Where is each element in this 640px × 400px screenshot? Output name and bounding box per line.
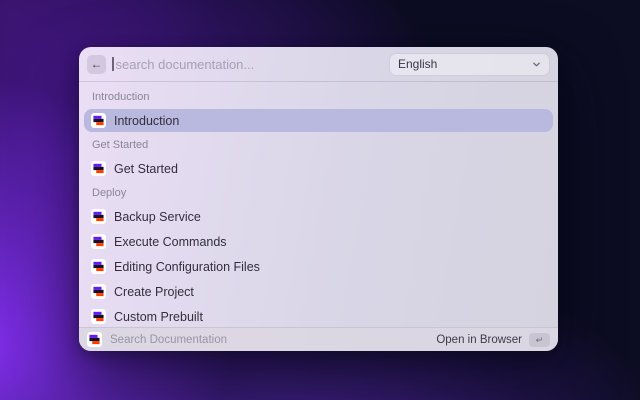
zeabur-logo-icon — [91, 234, 106, 249]
zeabur-logo-icon — [91, 209, 106, 224]
section-items: Backup Service Execute Commands Editing … — [84, 205, 553, 328]
footer-label: Search Documentation — [110, 334, 227, 346]
back-arrow-icon: ← — [91, 57, 103, 71]
result-item[interactable]: Custom Prebuilt — [84, 305, 553, 328]
result-item[interactable]: Introduction — [84, 109, 553, 132]
zeabur-logo-icon — [91, 259, 106, 274]
modal-footer: Search Documentation Open in Browser ↵ — [79, 327, 558, 351]
result-item[interactable]: Create Project — [84, 280, 553, 303]
result-item-label: Introduction — [114, 114, 179, 128]
search-input[interactable] — [114, 57, 390, 72]
search-header: ← English — [79, 47, 558, 82]
result-section: Deploy Backup Service Execute Commands — [84, 187, 553, 328]
zeabur-logo-icon — [91, 113, 106, 128]
results-list: Introduction Introduction Get Started Ge… — [79, 82, 558, 328]
result-item[interactable]: Backup Service — [84, 205, 553, 228]
result-item-label: Backup Service — [114, 210, 201, 224]
result-section: Introduction Introduction — [84, 91, 553, 132]
section-label: Introduction — [92, 91, 545, 104]
zeabur-logo-icon — [91, 161, 106, 176]
result-item-label: Get Started — [114, 162, 178, 176]
open-in-browser-label: Open in Browser — [436, 334, 522, 346]
zeabur-logo-icon — [91, 284, 106, 299]
language-dropdown-value: English — [398, 57, 437, 71]
chevron-down-icon — [532, 60, 541, 69]
result-item[interactable]: Execute Commands — [84, 230, 553, 253]
language-dropdown[interactable]: English — [389, 53, 550, 76]
zeabur-logo-icon — [91, 309, 106, 324]
result-item[interactable]: Get Started — [84, 157, 553, 180]
result-item-label: Editing Configuration Files — [114, 260, 260, 274]
section-items: Get Started — [84, 157, 553, 180]
result-item-label: Custom Prebuilt — [114, 310, 203, 324]
zeabur-logo-icon — [87, 332, 102, 347]
search-documentation-modal: ← English Introduction Introduction — [79, 47, 558, 351]
result-item-label: Execute Commands — [114, 235, 227, 249]
result-item[interactable]: Editing Configuration Files — [84, 255, 553, 278]
section-items: Introduction — [84, 109, 553, 132]
section-label: Get Started — [92, 139, 545, 152]
result-section: Get Started Get Started — [84, 139, 553, 180]
section-label: Deploy — [92, 187, 545, 200]
enter-key-hint: ↵ — [529, 333, 550, 347]
open-in-browser-button[interactable]: Open in Browser ↵ — [436, 333, 550, 347]
back-button[interactable]: ← — [87, 55, 106, 74]
result-item-label: Create Project — [114, 285, 194, 299]
